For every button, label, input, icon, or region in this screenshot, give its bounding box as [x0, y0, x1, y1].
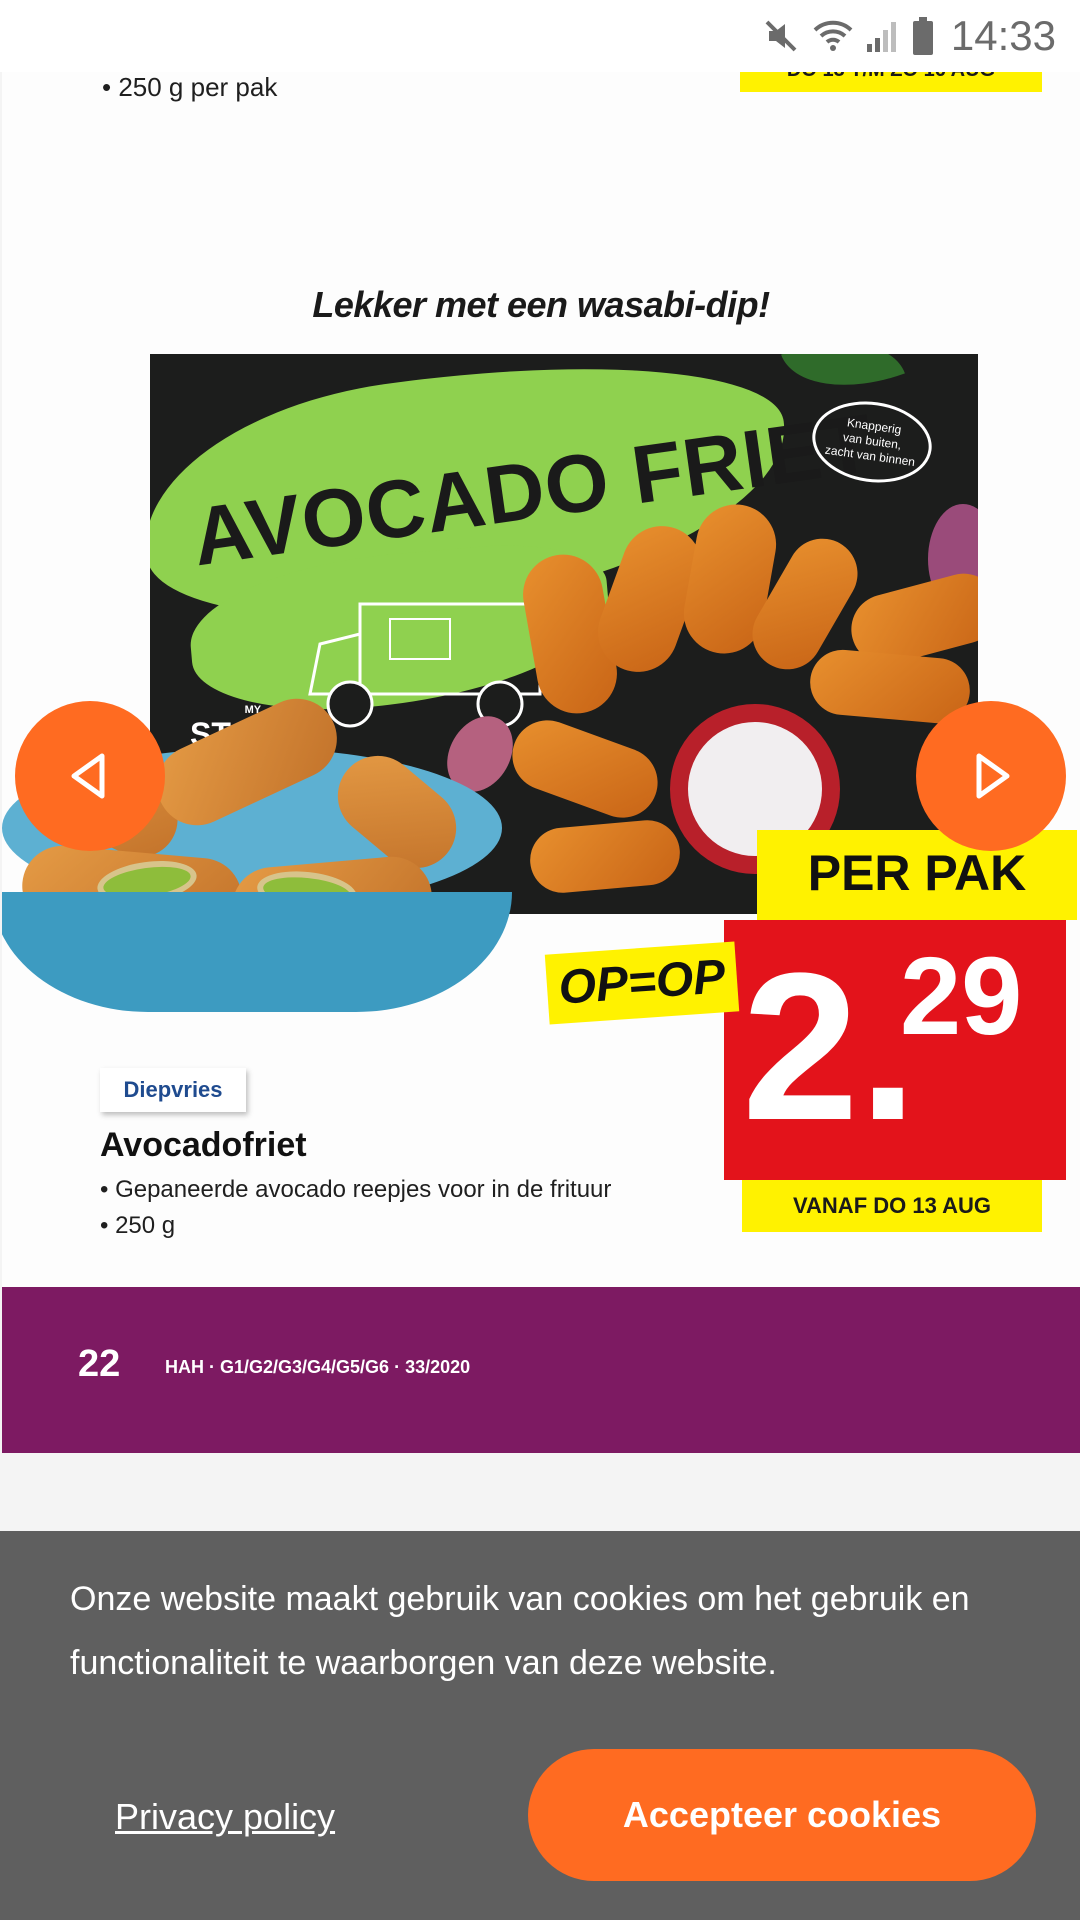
chevron-left-icon: [71, 753, 105, 799]
previous-page-button[interactable]: [15, 701, 165, 851]
clock: 14:33: [950, 12, 1056, 59]
serving-bowl: [2, 892, 512, 1012]
nugget: [527, 817, 683, 896]
accept-cookies-button[interactable]: Accepteer cookies: [528, 1749, 1036, 1881]
battery-icon: [911, 15, 935, 57]
category-badge: Diepvries: [100, 1068, 246, 1112]
previous-date-tag: DO 13 T/M ZO 16 AUG: [740, 72, 1042, 92]
product-name: Avocadofriet: [100, 1126, 307, 1164]
wifi-icon: [811, 16, 855, 56]
status-bar: 14:33: [0, 0, 1080, 72]
next-page-button[interactable]: [916, 701, 1066, 851]
page-number: 22: [78, 1343, 121, 1385]
op-op-label: OP=OP: [544, 941, 740, 1025]
cookie-message: Onze website maakt gebruik van cookies o…: [70, 1580, 970, 1682]
per-pack-label: PER PAK: [757, 830, 1077, 920]
food-truck-illustration: [308, 602, 542, 728]
price-box: 2. 29: [724, 920, 1066, 1180]
status-icons: 14:33: [761, 12, 1056, 59]
product-bullet: • Gepaneerde avocado reepjes voor in de …: [100, 1176, 612, 1203]
product-bullet: • 250 g: [100, 1212, 176, 1239]
signal-icon: [865, 16, 901, 56]
price-decimal: 29: [900, 935, 1023, 1058]
cookie-banner: Onze website maakt gebruik van cookies o…: [0, 1531, 1080, 1920]
chevron-right-icon: [976, 753, 1010, 799]
previous-product-bullet: • 250 g per pak: [102, 72, 278, 102]
privacy-policy-link[interactable]: Privacy policy: [115, 1796, 335, 1838]
page-footer-band: 22 HAH · G1/G2/G3/G4/G5/G6 · 33/2020: [2, 1287, 1080, 1453]
price-integer: 2.: [742, 929, 918, 1164]
product-tagline: Lekker met een wasabi-dip!: [312, 284, 770, 325]
nugget: [502, 710, 668, 828]
availability-date: VANAF DO 13 AUG: [742, 1180, 1042, 1232]
mute-icon: [761, 16, 801, 56]
leaflet-code: HAH · G1/G2/G3/G4/G5/G6 · 33/2020: [165, 1357, 471, 1377]
